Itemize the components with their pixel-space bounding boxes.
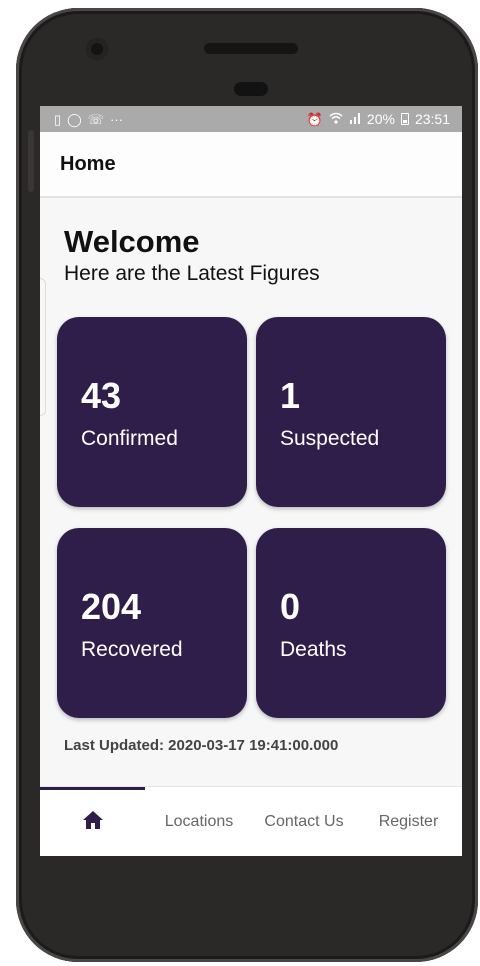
app-screen: ▯ ◯ ☏ ··· ⏰ 20% 23:51 Home Welcome Here …	[40, 106, 462, 856]
nav-item-locations[interactable]: Locations	[145, 787, 253, 856]
sync-icon: ◯	[67, 111, 82, 127]
status-time: 23:51	[414, 111, 450, 127]
bottom-nav: Locations Contact Us Register	[40, 786, 462, 856]
stat-value: 0	[280, 586, 301, 627]
nav-item-register[interactable]: Register	[355, 787, 462, 856]
status-bar: ▯ ◯ ☏ ··· ⏰ 20% 23:51	[40, 106, 462, 132]
alarm-icon: ⏰	[306, 111, 323, 127]
stat-label: Deaths	[280, 638, 347, 661]
drawer-edge-handle[interactable]	[40, 278, 46, 416]
home-icon	[82, 810, 104, 835]
wifi-icon	[329, 112, 343, 126]
signal-icon	[349, 112, 361, 126]
welcome-section: Welcome Here are the Latest Figures	[64, 224, 320, 286]
stat-value: 1	[280, 375, 301, 416]
whatsapp-icon: ☏	[87, 111, 104, 127]
welcome-subtitle: Here are the Latest Figures	[64, 262, 320, 285]
battery-icon	[400, 113, 409, 125]
stat-value: 204	[81, 586, 142, 627]
more-icon: ···	[109, 111, 123, 127]
proximity-sensor	[234, 82, 268, 96]
nav-item-contact-us[interactable]: Contact Us	[253, 787, 355, 856]
page-title: Home	[60, 152, 116, 175]
nav-item-home[interactable]	[40, 787, 145, 856]
earpiece-speaker	[204, 43, 298, 54]
stat-card-confirmed[interactable]: 43 Confirmed	[57, 317, 247, 507]
stat-card-suspected[interactable]: 1 Suspected	[256, 317, 446, 507]
stat-label: Suspected	[280, 427, 380, 450]
last-updated-text: Last Updated: 2020-03-17 19:41:00.000	[64, 737, 339, 754]
welcome-title: Welcome	[64, 224, 200, 259]
front-camera	[86, 38, 108, 60]
stat-label: Recovered	[81, 638, 183, 661]
stat-label: Confirmed	[81, 427, 178, 450]
app-bar: Home	[40, 132, 462, 198]
phone-side-button	[28, 130, 34, 192]
stat-card-recovered[interactable]: 204 Recovered	[57, 528, 247, 718]
stat-card-deaths[interactable]: 0 Deaths	[256, 528, 446, 718]
usb-icon: ▯	[54, 111, 62, 127]
stat-value: 43	[81, 375, 122, 416]
battery-percent: 20%	[366, 111, 395, 127]
